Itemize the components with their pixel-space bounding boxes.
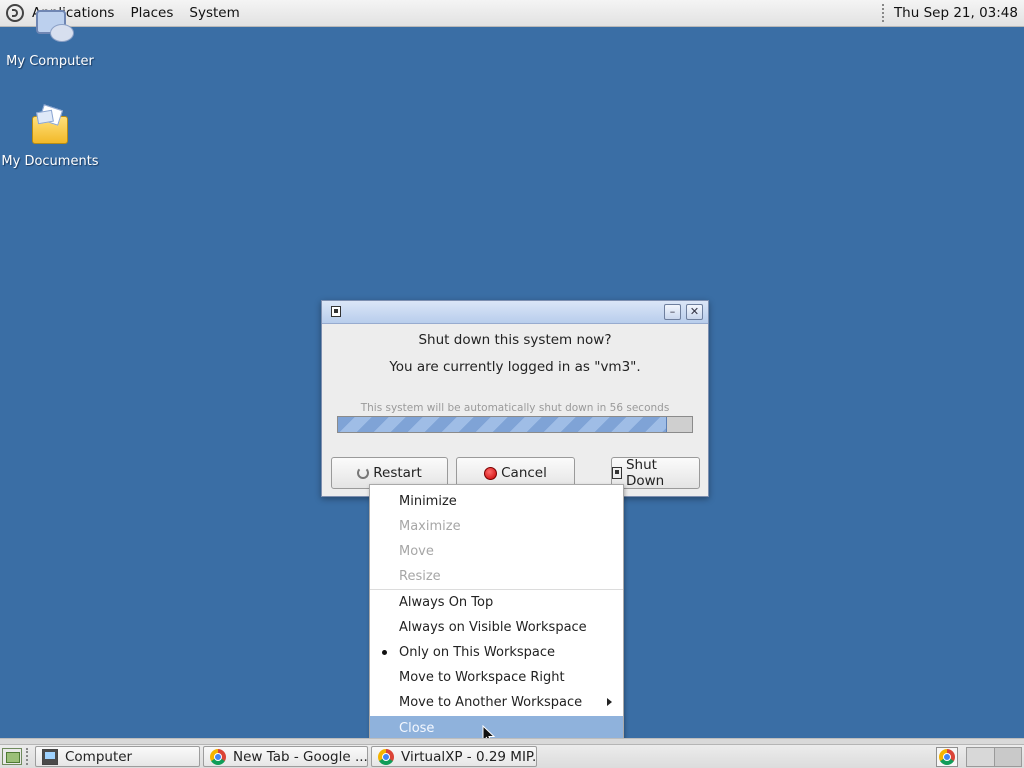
menu-item-label: Move to Another Workspace (399, 695, 583, 710)
chrome-icon (378, 748, 394, 765)
task-label: VirtualXP - 0.29 MIP... (401, 748, 537, 765)
top-panel: Applications Places System Thu Sep 21, 0… (0, 0, 1024, 27)
folder-icon (32, 116, 68, 144)
countdown-text: This system will be automatically shut d… (360, 402, 670, 414)
logged-in-message: You are currently logged in as "vm3". (389, 359, 641, 375)
chrome-icon (210, 748, 226, 765)
workspace-1[interactable] (967, 748, 995, 766)
taskbar-grip[interactable] (26, 748, 34, 765)
shutdown-button[interactable]: Shut Down (611, 457, 700, 489)
task-new-tab[interactable]: New Tab - Google ... (203, 746, 368, 767)
chrome-icon (939, 749, 955, 765)
places-menu[interactable]: Places (122, 0, 181, 26)
task-computer[interactable]: Computer (35, 746, 200, 767)
menu-item-only-on-this-workspace[interactable]: Only on This Workspace (370, 640, 623, 665)
shutdown-label: Shut Down (625, 457, 665, 489)
panel-separator (881, 4, 886, 22)
countdown-progress-bar (337, 416, 693, 433)
restart-label: Restart (373, 465, 422, 481)
tray-chrome-launcher[interactable] (936, 747, 958, 767)
menu-item-label: Only on This Workspace (399, 645, 555, 660)
stop-icon (484, 466, 498, 480)
task-virtualxp[interactable]: VirtualXP - 0.29 MIP... (371, 746, 537, 767)
desktop-icon-label: My Documents (1, 154, 99, 169)
close-button[interactable]: ✕ (686, 304, 703, 320)
shutdown-icon (612, 467, 622, 479)
panel-right-area: Thu Sep 21, 03:48 (874, 0, 1024, 26)
desktop-icon-my-computer[interactable]: My Computer (0, 10, 105, 69)
terminal-icon (42, 748, 58, 765)
distro-logo-icon (6, 4, 24, 22)
task-label: Computer (65, 748, 133, 765)
menu-item-resize: Resize (399, 569, 441, 584)
radio-bullet-icon (382, 650, 387, 655)
progress-fill (338, 417, 668, 432)
clock[interactable]: Thu Sep 21, 03:48 (894, 5, 1024, 21)
submenu-arrow-icon (607, 698, 612, 706)
show-desktop-icon[interactable] (2, 748, 22, 765)
dialog-titlebar[interactable]: – ✕ (322, 301, 708, 324)
minimize-button[interactable]: – (664, 304, 681, 320)
restart-icon (357, 467, 370, 479)
dialog-heading: Shut down this system now? (418, 332, 612, 348)
menu-item-move-to-workspace-right[interactable]: Move to Workspace Right (370, 665, 623, 690)
window-menu-icon[interactable] (331, 306, 341, 317)
cancel-label: Cancel (501, 465, 547, 481)
menu-item-always-on-top[interactable]: Always On Top (370, 590, 623, 615)
desktop-icon-my-documents[interactable]: My Documents (0, 110, 105, 169)
workspace-switcher[interactable] (966, 747, 1022, 767)
computer-icon (30, 2, 74, 42)
menu-item-move: Move (399, 544, 434, 559)
desktop-icon-label: My Computer (6, 54, 94, 69)
menu-item-maximize: Maximize (399, 519, 461, 534)
menu-item-minimize[interactable]: Minimize (370, 489, 623, 514)
workspace-2[interactable] (994, 748, 1021, 766)
task-label: New Tab - Google ... (233, 748, 368, 765)
system-menu[interactable]: System (181, 0, 247, 26)
menu-item-always-on-visible-workspace[interactable]: Always on Visible Workspace (370, 615, 623, 640)
shutdown-dialog: – ✕ Shut down this system now? You are c… (321, 300, 709, 497)
window-context-menu: Minimize Maximize Move Resize Always On … (369, 484, 624, 744)
menu-item-move-to-another-workspace[interactable]: Move to Another Workspace (370, 690, 623, 715)
bottom-panel: Computer New Tab - Google ... VirtualXP … (0, 744, 1024, 768)
